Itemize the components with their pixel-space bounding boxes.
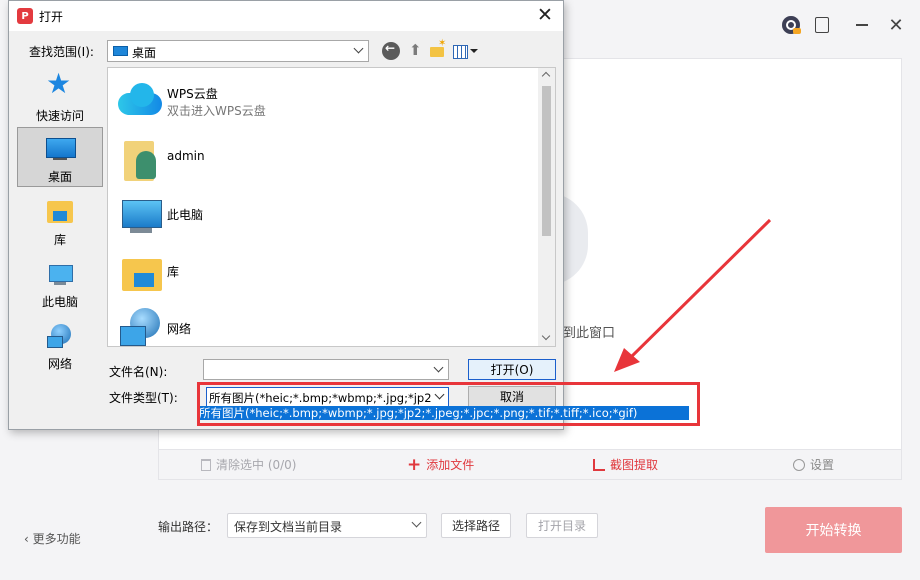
computer-icon [118,194,164,238]
new-folder-icon[interactable] [429,38,447,60]
scroll-up-icon[interactable] [541,71,551,81]
back-icon[interactable] [382,41,400,60]
add-file-button[interactable]: + 添加文件 [407,456,474,473]
place-label: 快速访问 [35,109,84,123]
list-item[interactable]: 库 [118,249,538,299]
settings-button[interactable]: 设置 [793,456,834,473]
file-type-label: 文件类型(T): [109,391,178,405]
close-icon[interactable]: ✕ [886,15,906,36]
trash-icon [201,458,211,471]
place-library[interactable]: 库 [17,191,103,251]
look-in-select[interactable]: 桌面 [107,40,369,62]
item-subtitle: 双击进入WPS云盘 [167,104,266,118]
filename-label: 文件名(N): [109,365,168,379]
place-desktop[interactable]: 桌面 [17,127,103,187]
desktop-icon [113,46,128,56]
start-convert-button[interactable]: 开始转换 [765,507,902,553]
app-logo-icon: P [17,8,33,24]
filename-input[interactable] [203,359,449,380]
place-this-pc[interactable]: 此电脑 [17,253,103,313]
gear-icon [793,458,805,471]
settings-label: 设置 [810,458,835,472]
network-icon [118,308,164,346]
dialog-titlebar[interactable]: P 打开 ✕ [9,1,563,31]
dialog-title: 打开 [39,10,64,24]
vertical-scrollbar[interactable] [538,68,555,346]
crop-icon [593,458,605,471]
user-avatar-icon[interactable] [781,15,801,35]
place-quick-access[interactable]: 快速访问 [17,67,103,127]
output-path-select[interactable]: 保存到文档当前目录 [227,513,427,538]
screenshot-extract-label: 截图提取 [610,458,659,472]
annotation-highlight-box [197,382,700,426]
open-file-dialog: P 打开 ✕ 查找范围(I): 桌面 快速访问 桌面 库 此电脑 网络 [8,0,564,430]
list-item[interactable]: 此电脑 [118,192,538,242]
user-folder-icon [118,137,164,181]
library-icon [45,197,75,227]
place-label: 桌面 [47,170,72,184]
chevron-down-icon [353,43,364,54]
library-icon [118,251,164,295]
choose-path-button[interactable]: 选择路径 [441,513,511,538]
output-path-label: 输出路径： [158,520,219,534]
chevron-left-icon: ‹ [24,532,33,546]
screenshot-extract-button[interactable]: 截图提取 [593,456,658,473]
drop-zone-hint: 到此窗口 [563,326,616,341]
clear-selected-label: 清除选中 (0/0) [216,458,297,472]
up-folder-icon[interactable] [407,41,425,60]
place-label: 此电脑 [41,295,78,309]
more-features-label: 更多功能 [32,532,81,546]
close-icon[interactable]: ✕ [535,4,555,26]
star-icon [45,67,75,103]
look-in-value: 桌面 [132,46,157,60]
clear-selected-button[interactable]: 清除选中 (0/0) [201,456,297,473]
item-name: WPS云盘 [167,87,218,101]
feedback-icon[interactable] [812,15,832,35]
view-menu-icon[interactable] [453,42,479,60]
more-features-link[interactable]: ‹ 更多功能 [24,530,81,547]
minimize-icon[interactable] [852,15,872,35]
action-bar: 清除选中 (0/0) + 添加文件 截图提取 设置 [158,450,902,480]
place-network[interactable]: 网络 [17,315,103,375]
item-name: 库 [167,265,180,279]
file-list[interactable]: WPS云盘 双击进入WPS云盘 admin 此电脑 库 网络 [107,67,556,347]
computer-icon [45,259,75,289]
open-directory-button[interactable]: 打开目录 [526,513,598,538]
look-in-label: 查找范围(I): [29,45,94,59]
scroll-down-icon[interactable] [541,331,551,341]
scrollbar-thumb[interactable] [542,86,551,236]
network-icon [45,321,75,351]
list-item[interactable]: 网络 [118,306,538,346]
list-item[interactable]: admin [118,135,538,185]
open-button[interactable]: 打开(O) [468,359,556,380]
wps-cloud-icon [118,79,164,123]
places-bar: 快速访问 桌面 库 此电脑 网络 [14,67,104,371]
add-file-label: 添加文件 [426,458,475,472]
list-item[interactable]: WPS云盘 双击进入WPS云盘 [118,77,538,127]
item-name: 网络 [167,322,192,336]
chevron-down-icon [433,362,444,373]
desktop-icon [45,134,76,164]
chevron-down-icon [411,517,422,528]
item-name: admin [167,149,205,163]
plus-icon: + [407,454,422,475]
item-name: 此电脑 [167,208,204,222]
place-label: 库 [53,233,66,247]
output-path-value: 保存到文档当前目录 [234,520,343,534]
place-label: 网络 [47,357,72,371]
